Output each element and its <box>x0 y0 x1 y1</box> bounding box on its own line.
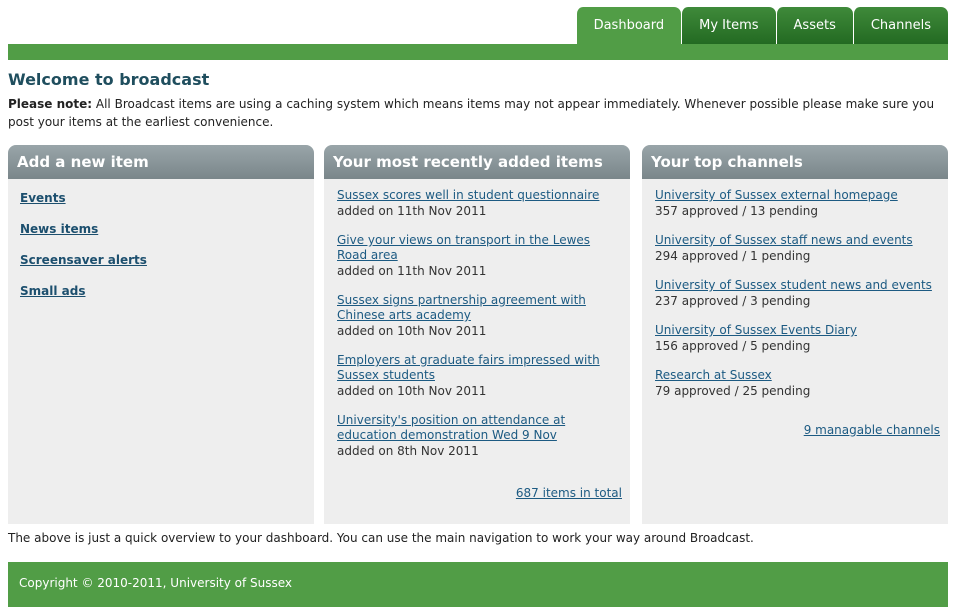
item-title-link[interactable]: Sussex signs partnership agreement with … <box>337 293 617 323</box>
note-text: All Broadcast items are using a caching … <box>8 97 935 129</box>
items-total-link[interactable]: 687 items in total <box>516 486 622 500</box>
list-item: Give your views on transport in the Lewe… <box>337 233 617 279</box>
copyright-text: Copyright © 2010-2011, University of Sus… <box>19 576 293 590</box>
list-item: University's position on attendance at e… <box>337 413 617 459</box>
managable-channels-link[interactable]: 9 managable channels <box>804 423 940 437</box>
list-item: University of Sussex Events Diary 156 ap… <box>655 323 935 354</box>
item-title-link[interactable]: University's position on attendance at e… <box>337 413 617 443</box>
add-events-link[interactable]: Events <box>20 190 302 221</box>
item-date: added on 10th Nov 2011 <box>337 324 487 338</box>
recent-items-panel: Your most recently added items Sussex sc… <box>324 145 630 524</box>
list-item: University of Sussex student news and ev… <box>655 278 935 309</box>
item-date: added on 11th Nov 2011 <box>337 204 487 218</box>
add-screensaver-alerts-link[interactable]: Screensaver alerts <box>20 252 302 283</box>
tab-assets[interactable]: Assets <box>775 7 853 44</box>
list-item: Sussex scores well in student questionna… <box>337 188 617 219</box>
tab-dashboard[interactable]: Dashboard <box>575 7 682 46</box>
channel-stats: 357 approved / 13 pending <box>655 204 818 218</box>
note-label: Please note: <box>8 97 93 111</box>
list-item: Research at Sussex 79 approved / 25 pend… <box>655 368 935 399</box>
page-title: Welcome to broadcast <box>8 70 210 89</box>
channel-link[interactable]: University of Sussex staff news and even… <box>655 233 935 248</box>
add-small-ads-link[interactable]: Small ads <box>20 283 302 314</box>
channel-stats: 79 approved / 25 pending <box>655 384 811 398</box>
item-date: added on 11th Nov 2011 <box>337 264 487 278</box>
channel-stats: 156 approved / 5 pending <box>655 339 811 353</box>
main-navigation: Dashboard My Items Assets Channels <box>575 7 948 46</box>
list-item: University of Sussex staff news and even… <box>655 233 935 264</box>
channel-link[interactable]: University of Sussex student news and ev… <box>655 278 935 293</box>
list-item: Employers at graduate fairs impressed wi… <box>337 353 617 399</box>
channel-link[interactable]: University of Sussex Events Diary <box>655 323 935 338</box>
tab-my-items[interactable]: My Items <box>681 7 776 44</box>
item-date: added on 10th Nov 2011 <box>337 384 487 398</box>
caching-note: Please note: All Broadcast items are usi… <box>8 95 948 131</box>
list-item: Sussex signs partnership agreement with … <box>337 293 617 339</box>
item-date: added on 8th Nov 2011 <box>337 444 479 458</box>
recent-items-panel-title: Your most recently added items <box>324 145 630 179</box>
channel-link[interactable]: Research at Sussex <box>655 368 935 383</box>
top-channels-panel-title: Your top channels <box>642 145 948 179</box>
add-news-items-link[interactable]: News items <box>20 221 302 252</box>
header-bar <box>8 44 948 60</box>
list-item: University of Sussex external homepage 3… <box>655 188 935 219</box>
channel-stats: 294 approved / 1 pending <box>655 249 811 263</box>
add-item-panel: Add a new item Events News items Screens… <box>8 145 314 524</box>
item-title-link[interactable]: Give your views on transport in the Lewe… <box>337 233 617 263</box>
add-item-panel-title: Add a new item <box>8 145 314 179</box>
channel-stats: 237 approved / 3 pending <box>655 294 811 308</box>
top-channels-panel: Your top channels University of Sussex e… <box>642 145 948 524</box>
item-title-link[interactable]: Sussex scores well in student questionna… <box>337 188 617 203</box>
channel-link[interactable]: University of Sussex external homepage <box>655 188 935 203</box>
tab-channels[interactable]: Channels <box>852 7 948 44</box>
item-title-link[interactable]: Employers at graduate fairs impressed wi… <box>337 353 617 383</box>
overview-text: The above is just a quick overview to yo… <box>8 531 754 545</box>
footer: Copyright © 2010-2011, University of Sus… <box>8 562 948 607</box>
